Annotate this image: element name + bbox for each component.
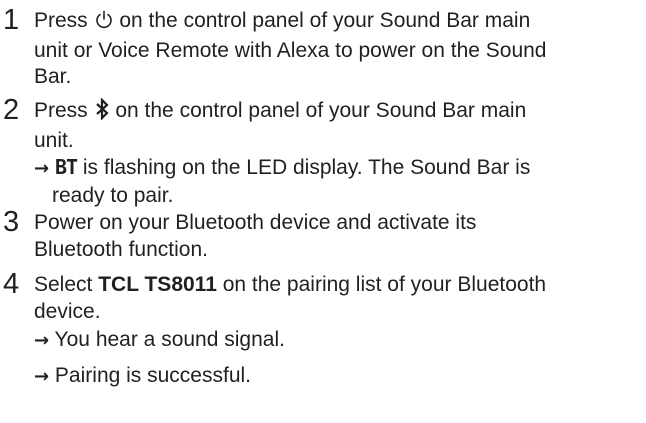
- step-text: Select TCL TS8011 on the pairing list of…: [34, 272, 640, 390]
- step-line: device.: [34, 299, 101, 323]
- step-line: unit.: [34, 128, 74, 152]
- step-number: 1: [3, 4, 20, 36]
- power-icon: [94, 10, 114, 38]
- instruction-document: 1 Press on the control panel of your Sou…: [0, 0, 646, 423]
- step-number: 4: [3, 268, 20, 300]
- step-line: Select TCL TS8011 on the pairing list of…: [34, 273, 547, 296]
- step-text: Press on the control panel of your Sound…: [34, 97, 640, 209]
- result-line: → You hear a sound signal.: [34, 328, 285, 351]
- led-bt-indicator: BT: [54, 155, 78, 179]
- arrow-icon: →: [34, 330, 50, 351]
- device-name: TCL TS8011: [98, 273, 217, 296]
- step-line: Bluetooth function.: [34, 237, 208, 261]
- result-line: → Pairing is successful.: [34, 363, 252, 387]
- step-number: 2: [3, 94, 20, 126]
- bluetooth-icon: [94, 97, 110, 128]
- step-line: unit or Voice Remote with Alexa to power…: [34, 38, 547, 62]
- result-line-continued: ready to pair.: [52, 183, 174, 207]
- step-line: Bar.: [34, 65, 72, 88]
- step-text: Press on the control panel of your Sound…: [34, 8, 640, 91]
- step-line: Press on the control panel of your Sound…: [34, 97, 640, 128]
- step-line: Press on the control panel of your Sound…: [34, 8, 640, 38]
- step-text: Power on your Bluetooth device and activ…: [34, 210, 640, 263]
- result-line: → BT is flashing on the LED display. The…: [34, 155, 531, 179]
- step-number: 3: [3, 206, 20, 238]
- arrow-icon: →: [34, 158, 50, 179]
- step-line: Power on your Bluetooth device and activ…: [34, 211, 477, 234]
- arrow-icon: →: [34, 365, 50, 387]
